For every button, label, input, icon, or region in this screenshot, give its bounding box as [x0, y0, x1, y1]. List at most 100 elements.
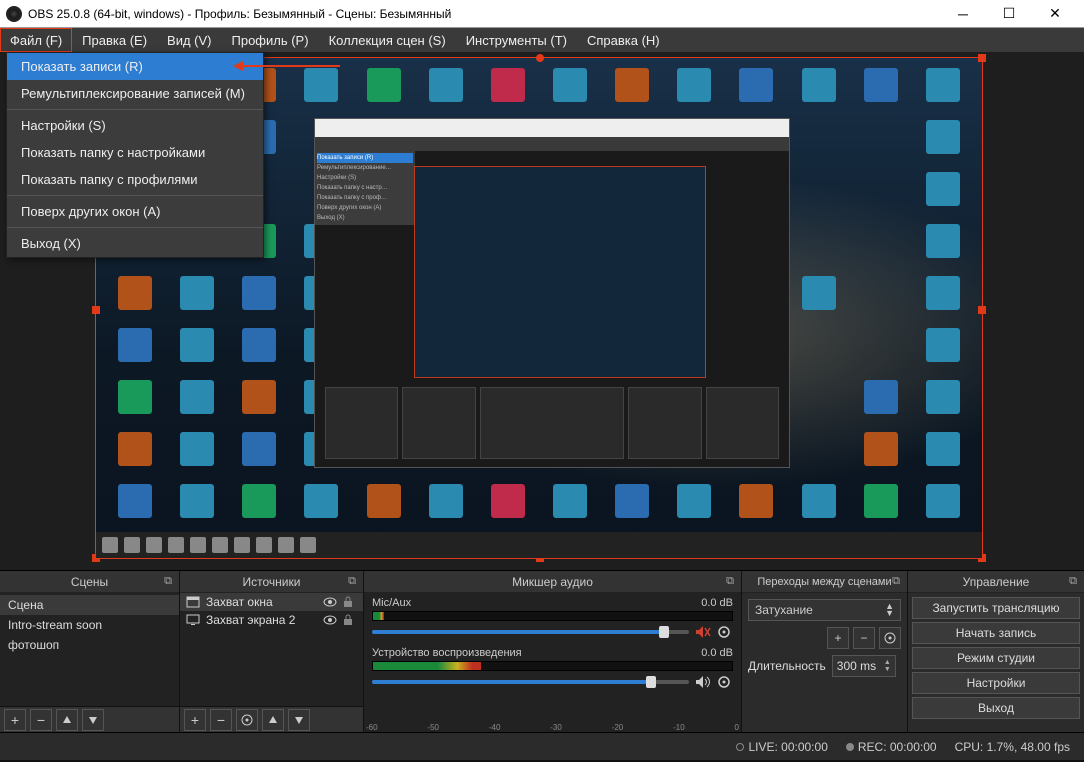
source-label: Захват экрана 2 [206, 613, 295, 627]
source-lock-toggle[interactable] [343, 596, 357, 608]
window-minimize-button[interactable]: ─ [940, 0, 986, 28]
settings-button[interactable]: Настройки [912, 672, 1080, 694]
duration-spinbox[interactable]: 300 ms ▲▼ [832, 655, 896, 677]
annotation-arrow [240, 65, 340, 67]
mixer-panel-header[interactable]: Микшер аудио ⧉ [364, 571, 741, 593]
selection-handle[interactable] [978, 54, 986, 62]
controls-panel: Управление ⧉ Запустить трансляцию Начать… [908, 571, 1084, 732]
window-maximize-button[interactable]: ☐ [986, 0, 1032, 28]
status-cpu: CPU: 1.7%, 48.00 fps [955, 740, 1070, 754]
menu-profile[interactable]: Профиль (P) [222, 28, 319, 52]
undock-icon[interactable]: ⧉ [1066, 574, 1080, 588]
scene-item[interactable]: Intro-stream soon [0, 615, 179, 635]
menu-item-settings-folder[interactable]: Показать папку с настройками [7, 139, 263, 166]
controls-panel-header[interactable]: Управление ⧉ [908, 571, 1084, 593]
controls-title: Управление [963, 575, 1030, 589]
transitions-panel-header[interactable]: Переходы между сценами ⧉ [742, 571, 907, 593]
scene-move-down-button[interactable] [82, 709, 104, 731]
window-close-button[interactable]: ✕ [1032, 0, 1078, 28]
menu-item-profiles-folder[interactable]: Показать папку с профилями [7, 166, 263, 193]
source-visibility-toggle[interactable] [323, 615, 337, 625]
menu-edit[interactable]: Правка (E) [72, 28, 157, 52]
undock-icon[interactable]: ⧉ [723, 574, 737, 588]
sources-title: Источники [243, 575, 301, 589]
scenes-title: Сцены [71, 575, 108, 589]
menu-separator [7, 195, 263, 196]
live-indicator-icon [736, 743, 744, 751]
source-visibility-toggle[interactable] [323, 597, 337, 607]
chevron-updown-icon: ▲▼ [885, 603, 894, 617]
status-live: LIVE: 00:00:00 [736, 740, 827, 754]
start-recording-button[interactable]: Начать запись [912, 622, 1080, 644]
menu-item-exit[interactable]: Выход (X) [7, 230, 263, 257]
source-item[interactable]: Захват экрана 2 [180, 611, 363, 629]
source-properties-button[interactable] [236, 709, 258, 731]
studio-mode-button[interactable]: Режим студии [912, 647, 1080, 669]
menu-item-show-recordings[interactable]: Показать записи (R) [7, 53, 263, 80]
source-remove-button[interactable]: − [210, 709, 232, 731]
menubar: Файл (F) Правка (E) Вид (V) Профиль (P) … [0, 28, 1084, 52]
mixer-title: Микшер аудио [512, 575, 593, 589]
scene-move-up-button[interactable] [56, 709, 78, 731]
menu-tools[interactable]: Инструменты (T) [456, 28, 577, 52]
menu-item-always-on-top[interactable]: Поверх других окон (A) [7, 198, 263, 225]
transitions-panel: Переходы между сценами ⧉ Затухание ▲▼ + … [742, 571, 908, 732]
menu-view[interactable]: Вид (V) [157, 28, 221, 52]
menu-separator [7, 227, 263, 228]
scene-remove-button[interactable]: − [30, 709, 52, 731]
display-capture-icon [186, 613, 200, 627]
undock-icon[interactable]: ⧉ [345, 574, 359, 588]
preview-nested-window: Показать записи (R) Ремультиплексировани… [314, 118, 790, 468]
menu-item-settings[interactable]: Настройки (S) [7, 112, 263, 139]
volume-slider[interactable] [372, 680, 689, 684]
start-streaming-button[interactable]: Запустить трансляцию [912, 597, 1080, 619]
titlebar: OBS 25.0.8 (64-bit, windows) - Профиль: … [0, 0, 1084, 28]
meter-scale: -60-50-40-30-20-100 [364, 593, 741, 732]
undock-icon[interactable]: ⧉ [161, 574, 175, 588]
scene-item[interactable]: Сцена [0, 595, 179, 615]
mixer-panel: Микшер аудио ⧉ Mic/Aux 0.0 dB -60-50-40-… [364, 571, 742, 732]
preview-taskbar [96, 532, 982, 558]
docks-row: Сцены ⧉ Сцена Intro-stream soon фотошоп … [0, 570, 1084, 732]
exit-button[interactable]: Выход [912, 697, 1080, 719]
file-menu-dropdown: Показать записи (R) Ремультиплексировани… [6, 52, 264, 258]
undock-icon[interactable]: ⧉ [889, 574, 903, 588]
scenes-panel: Сцены ⧉ Сцена Intro-stream soon фотошоп … [0, 571, 180, 732]
menu-item-remux[interactable]: Ремультиплексирование записей (M) [7, 80, 263, 107]
source-move-down-button[interactable] [288, 709, 310, 731]
transitions-title: Переходы между сценами [757, 576, 891, 588]
scenes-panel-header[interactable]: Сцены ⧉ [0, 571, 179, 593]
scene-item[interactable]: фотошоп [0, 635, 179, 655]
scene-add-button[interactable]: + [4, 709, 26, 731]
transition-select[interactable]: Затухание ▲▼ [748, 599, 901, 621]
duration-label: Длительность [748, 659, 826, 673]
source-add-button[interactable]: + [184, 709, 206, 731]
menu-help[interactable]: Справка (H) [577, 28, 670, 52]
spin-buttons[interactable]: ▲▼ [884, 659, 891, 673]
window-title: OBS 25.0.8 (64-bit, windows) - Профиль: … [28, 7, 940, 21]
menu-separator [7, 109, 263, 110]
source-lock-toggle[interactable] [343, 614, 357, 626]
annotation-arrow-head [233, 61, 243, 71]
mixer-channel: Устройство воспроизведения 0.0 dB -60-50… [364, 643, 741, 693]
rec-indicator-icon [846, 743, 854, 751]
selection-handle[interactable] [978, 306, 986, 314]
transition-properties-button[interactable] [879, 627, 901, 649]
status-rec: REC: 00:00:00 [846, 740, 937, 754]
source-move-up-button[interactable] [262, 709, 284, 731]
source-label: Захват окна [206, 595, 273, 609]
obs-logo-icon [6, 6, 22, 22]
annotation-dot [536, 54, 544, 62]
transition-selected: Затухание [755, 603, 813, 617]
duration-value: 300 ms [837, 659, 876, 673]
sources-panel-header[interactable]: Источники ⧉ [180, 571, 363, 593]
source-item[interactable]: Захват окна [180, 593, 363, 611]
menu-scene-collection[interactable]: Коллекция сцен (S) [319, 28, 456, 52]
selection-handle[interactable] [92, 306, 100, 314]
menu-file[interactable]: Файл (F) [0, 28, 72, 52]
transition-add-button[interactable]: + [827, 627, 849, 649]
sources-panel: Источники ⧉ Захват окна Захват экрана 2 … [180, 571, 364, 732]
window-capture-icon [186, 595, 200, 609]
status-bar: LIVE: 00:00:00 REC: 00:00:00 CPU: 1.7%, … [0, 732, 1084, 760]
transition-remove-button[interactable]: − [853, 627, 875, 649]
